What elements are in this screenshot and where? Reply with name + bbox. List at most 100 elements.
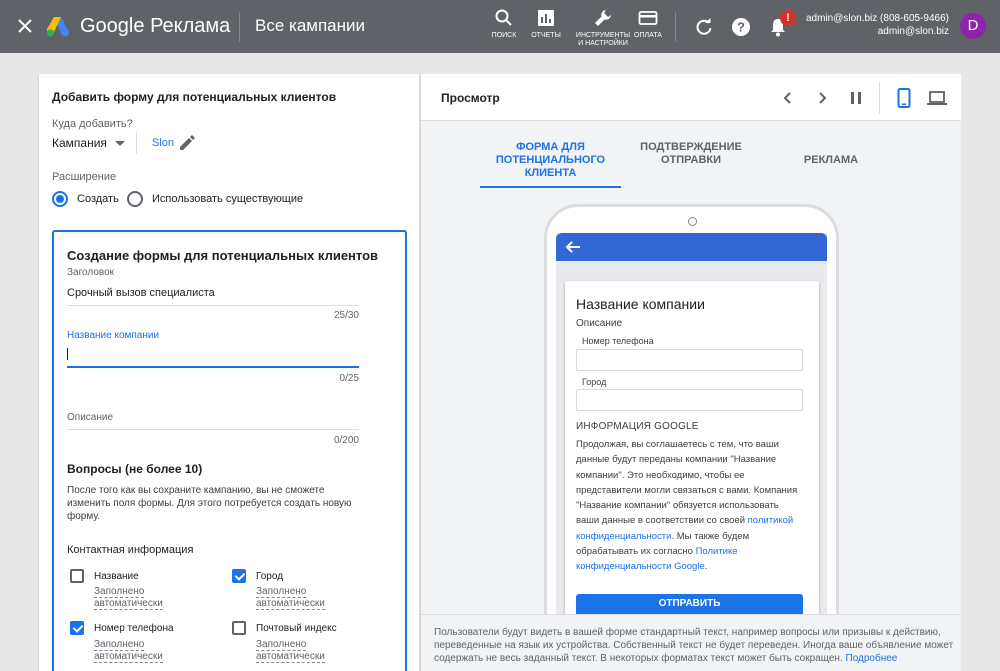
- help-icon[interactable]: ?: [729, 15, 753, 39]
- chevron-left-icon[interactable]: [777, 87, 799, 109]
- campaign-name: Slon: [152, 137, 175, 149]
- learn-more-link[interactable]: Подробнее: [846, 653, 898, 664]
- company-name-underline: [67, 366, 359, 368]
- checkbox-name-label: Название: [94, 571, 139, 582]
- phone-screen: Название компании Описание Номер телефон…: [556, 233, 827, 627]
- company-name-counter: 0/25: [339, 373, 359, 384]
- brand-name: Google Реклама: [80, 15, 230, 38]
- edit-pencil-icon[interactable]: [178, 134, 196, 152]
- checkbox-zip[interactable]: [232, 621, 246, 635]
- checkbox-city[interactable]: [232, 569, 246, 583]
- checkbox-phone-label: Номер телефона: [94, 623, 174, 634]
- google-text-part-3: .: [704, 561, 708, 573]
- preview-footer-text: Пользователи будут видеть в вашей форме …: [434, 626, 954, 665]
- arrow-back-icon[interactable]: [565, 239, 581, 255]
- preview-title: Просмотр: [441, 91, 500, 105]
- checkbox-zip-autofill: Заполнено автоматически: [256, 639, 341, 663]
- preview-footer: Пользователи будут видеть в вашей форме …: [421, 614, 961, 671]
- chevron-right-icon[interactable]: [811, 87, 833, 109]
- tab-submit-confirmation[interactable]: ПОДТВЕРЖДЕНИЕ ОТПРАВКИ: [631, 141, 751, 167]
- where-to-add-select[interactable]: Кампания: [52, 136, 125, 150]
- checkbox-name[interactable]: [70, 569, 84, 583]
- preview-header: Просмотр: [421, 74, 961, 121]
- lead-form-card: Создание формы для потенциальных клиенто…: [52, 230, 407, 671]
- where-to-add-value: Кампания: [52, 136, 107, 150]
- search-tool-label: ПОИСК: [491, 32, 517, 39]
- mobile-device-icon[interactable]: [893, 87, 915, 109]
- questions-note: После того как вы сохраните кампанию, вы…: [67, 485, 352, 522]
- reports-tool-label: ОТЧЕТЫ: [531, 32, 561, 39]
- headline-underline: [67, 305, 359, 306]
- radio-create-label: Создать: [77, 193, 119, 205]
- avatar[interactable]: D: [960, 13, 986, 39]
- wrench-icon: [595, 10, 611, 26]
- preview-form-card: Название компании Описание Номер телефон…: [565, 281, 819, 621]
- autofill-text: Заполнено автоматически: [94, 639, 163, 663]
- headline-counter: 25/30: [333, 310, 359, 321]
- checkbox-phone[interactable]: [70, 621, 84, 635]
- preview-google-info-title: ИНФОРМАЦИЯ GOOGLE: [576, 421, 699, 432]
- credit-card-icon: [638, 11, 658, 25]
- description-counter: 0/200: [333, 435, 359, 446]
- brand-product: Реклама: [150, 15, 231, 37]
- preview-description: Описание: [576, 318, 623, 329]
- phone-camera: [688, 217, 697, 226]
- where-to-add-label: Куда добавить?: [52, 118, 133, 130]
- preview-phone-field[interactable]: [576, 349, 803, 371]
- page-title: Все кампании: [255, 16, 366, 35]
- description-underline: [67, 429, 359, 430]
- preview-panel: Просмотр ФОРМА ДЛЯ ПОТЕНЦИАЛЬНОГО КЛИЕНТ…: [421, 74, 961, 671]
- radio-use-existing-label: Использовать существующие: [152, 193, 304, 205]
- checkbox-phone-autofill: Заполнено автоматически: [94, 639, 179, 663]
- search-icon: [495, 9, 512, 26]
- topbar-separator: [675, 12, 676, 42]
- account-line-secondary: admin@slon.biz: [877, 26, 949, 37]
- radio-use-existing[interactable]: [127, 191, 143, 207]
- checkbox-zip-label: Почтовый индекс: [256, 623, 337, 634]
- phone-mockup: Название компании Описание Номер телефон…: [544, 204, 839, 627]
- headline-label: Заголовок: [67, 267, 115, 278]
- preview-company-name: Название компании: [576, 296, 705, 312]
- billing-tool-label: ОПЛАТА: [634, 32, 662, 39]
- account-line-primary: admin@slon.biz (808-605-9466): [805, 13, 949, 24]
- active-tab-indicator: [480, 186, 621, 188]
- desktop-device-icon[interactable]: [926, 87, 948, 109]
- brand-google: Google: [80, 15, 145, 37]
- top-app-bar: Google Реклама Все кампании ПОИСК ОТЧЕТЫ…: [0, 0, 1000, 53]
- svg-text:?: ?: [737, 20, 745, 35]
- extension-label: Расширение: [52, 171, 117, 183]
- tab-lead-form[interactable]: ФОРМА ДЛЯ ПОТЕНЦИАЛЬНОГО КЛИЕНТА: [480, 141, 621, 180]
- billing-tool-button[interactable]: ОПЛАТА: [618, 8, 678, 40]
- topbar-divider: [239, 12, 240, 42]
- pause-icon[interactable]: [845, 87, 867, 109]
- preview-city-field[interactable]: [576, 389, 803, 411]
- company-name-label: Название компании: [67, 330, 160, 341]
- preview-city-label: Город: [582, 377, 607, 387]
- chevron-down-icon: [114, 140, 125, 146]
- description-input[interactable]: Описание: [67, 412, 113, 423]
- checkbox-name-autofill: Заполнено автоматически: [94, 586, 179, 610]
- headline-input[interactable]: Срочный вызов специалиста: [67, 287, 215, 299]
- panel-title: Добавить форму для потенциальных клиенто…: [52, 90, 337, 104]
- autofill-text: Заполнено автоматически: [256, 639, 325, 663]
- select-divider: [136, 132, 137, 154]
- preview-phone-label: Номер телефона: [582, 336, 654, 346]
- autofill-text: Заполнено автоматически: [256, 586, 325, 610]
- google-ads-logo-icon: [46, 17, 70, 37]
- radio-create[interactable]: [52, 191, 68, 207]
- reports-icon: [538, 10, 554, 26]
- preview-app-bar: [556, 233, 827, 261]
- preview-controls-divider: [879, 82, 880, 114]
- refresh-icon[interactable]: [692, 15, 716, 39]
- contact-info-title: Контактная информация: [67, 544, 194, 556]
- account-info[interactable]: admin@slon.biz (808-605-9466) admin@slon…: [806, 12, 949, 38]
- reports-tool-button[interactable]: ОТЧЕТЫ: [516, 8, 576, 40]
- tab-ad[interactable]: РЕКЛАМА: [791, 154, 871, 167]
- autofill-text: Заполнено автоматически: [94, 586, 163, 610]
- close-icon[interactable]: [14, 15, 36, 37]
- preview-google-info-text: Продолжая, вы соглашаетесь с тем, что ва…: [576, 437, 801, 575]
- lead-form-editor-panel: Добавить форму для потенциальных клиенто…: [39, 74, 420, 671]
- text-cursor: [67, 348, 68, 360]
- company-name-input[interactable]: [67, 346, 359, 364]
- google-text-part-1: Продолжая, вы соглашаетесь с тем, что ва…: [576, 439, 798, 527]
